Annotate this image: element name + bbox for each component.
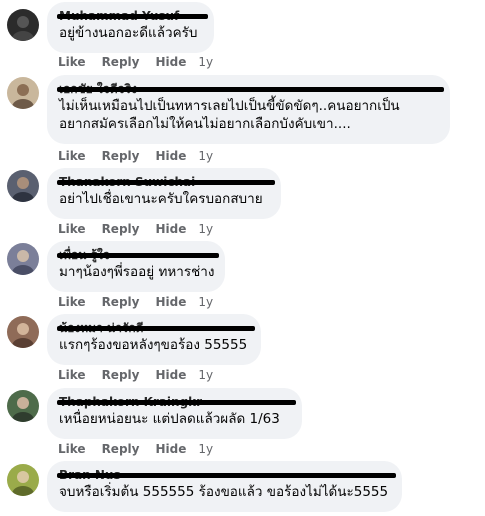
timestamp[interactable]: 1y	[198, 442, 213, 456]
timestamp[interactable]: 1y	[198, 149, 213, 163]
timestamp[interactable]: 1y	[198, 222, 213, 236]
avatar[interactable]	[7, 316, 39, 348]
comment-author[interactable]: Thaphakorn Kraingkr	[57, 395, 296, 410]
like-button[interactable]: Like	[58, 149, 86, 163]
comment-text-line: อยากสมัครเลือกไม่ให้คนไม่อยากเลือกบังคับ…	[59, 116, 351, 132]
hide-button[interactable]: Hide	[155, 368, 186, 382]
avatar[interactable]	[7, 390, 39, 422]
like-button[interactable]: Like	[58, 442, 86, 456]
timestamp[interactable]: 1y	[198, 295, 213, 309]
comment-actions: Like Reply Hide 1y	[58, 368, 213, 382]
comment-bubble: เพื่อน รู้ใจ มาๆน้องๆพี่รออยู่ ทหารช่าง	[47, 241, 225, 292]
avatar-image	[7, 464, 39, 496]
comment-text: เหนื่อยหน่อยนะ แต่ปลดแล้วผลัด 1/63	[59, 411, 280, 427]
comment-bubble: Bran Nus จบหรือเริ่มต้น 555555 ร้องขอแล้…	[47, 461, 402, 512]
redaction-bar	[57, 87, 444, 92]
comment-text: แรกๆร้องขอหลังๆขอร้อง 55555	[59, 337, 248, 353]
comment-author[interactable]: Thanakorn Suwichai	[57, 175, 275, 190]
reply-button[interactable]: Reply	[102, 222, 140, 236]
like-button[interactable]: Like	[58, 222, 86, 236]
comment-text: อยู่ข้างนอกอะดีแล้วครับ	[59, 25, 198, 41]
reply-button[interactable]: Reply	[102, 368, 140, 382]
comment-actions: Like Reply Hide 1y	[58, 55, 213, 69]
comment-bubble: Thanakorn Suwichai อย่าไปเชื่อเขานะครับใ…	[47, 168, 281, 219]
avatar[interactable]	[7, 77, 39, 109]
comment-author[interactable]: น้องหมา น่ารักดี	[57, 321, 255, 336]
comment-actions: Like Reply Hide 1y	[58, 442, 213, 456]
hide-button[interactable]: Hide	[155, 149, 186, 163]
comment-actions: Like Reply Hide 1y	[58, 222, 213, 236]
comment-bubble: Muhammad Yusuf อยู่ข้างนอกอะดีแล้วครับ	[47, 2, 214, 53]
hide-button[interactable]: Hide	[155, 295, 186, 309]
hide-button[interactable]: Hide	[155, 55, 186, 69]
avatar-image	[7, 316, 39, 348]
comment-text: อย่าไปเชื่อเขานะครับใครบอกสบาย	[59, 191, 263, 207]
avatar[interactable]	[7, 9, 39, 41]
comment-text: จบหรือเริ่มต้น 555555 ร้องขอแล้ว ขอร้องไ…	[59, 484, 389, 500]
avatar[interactable]	[7, 464, 39, 496]
reply-button[interactable]: Reply	[102, 149, 140, 163]
comment-author[interactable]: เพื่อน รู้ใจ	[57, 248, 219, 263]
reply-button[interactable]: Reply	[102, 295, 140, 309]
like-button[interactable]: Like	[58, 368, 86, 382]
redaction-bar	[57, 326, 255, 331]
avatar-image	[7, 390, 39, 422]
redaction-bar	[57, 473, 396, 478]
redaction-bar	[57, 400, 296, 405]
comment-author[interactable]: เอกชัย ใจดีจริง	[57, 82, 444, 97]
timestamp[interactable]: 1y	[198, 55, 213, 69]
comment-text: มาๆน้องๆพี่รออยู่ ทหารช่าง	[59, 264, 215, 280]
comment-author[interactable]: Bran Nus	[57, 468, 396, 483]
like-button[interactable]: Like	[58, 295, 86, 309]
redaction-bar	[57, 14, 208, 19]
avatar-image	[7, 170, 39, 202]
avatar-image	[7, 243, 39, 275]
comment-actions: Like Reply Hide 1y	[58, 295, 213, 309]
hide-button[interactable]: Hide	[155, 222, 186, 236]
redaction-bar	[57, 253, 219, 258]
avatar[interactable]	[7, 243, 39, 275]
reply-button[interactable]: Reply	[102, 55, 140, 69]
redaction-bar	[57, 180, 275, 185]
reply-button[interactable]: Reply	[102, 442, 140, 456]
comment-text-line: ไม่เห็นเหมือนไปเป็นทหารเลยไปเป็นขี้ขัดขั…	[59, 98, 400, 114]
comment-bubble: น้องหมา น่ารักดี แรกๆร้องขอหลังๆขอร้อง 5…	[47, 314, 261, 365]
comment-actions: Like Reply Hide 1y	[58, 149, 213, 163]
avatar[interactable]	[7, 170, 39, 202]
avatar-image	[7, 77, 39, 109]
like-button[interactable]: Like	[58, 55, 86, 69]
timestamp[interactable]: 1y	[198, 368, 213, 382]
comment-author[interactable]: Muhammad Yusuf	[57, 9, 208, 24]
avatar-image	[7, 9, 39, 41]
comment-bubble: Thaphakorn Kraingkr เหนื่อยหน่อยนะ แต่ปล…	[47, 388, 302, 439]
comment-bubble: เอกชัย ใจดีจริง ไม่เห็นเหมือนไปเป็นทหารเ…	[47, 75, 450, 144]
hide-button[interactable]: Hide	[155, 442, 186, 456]
